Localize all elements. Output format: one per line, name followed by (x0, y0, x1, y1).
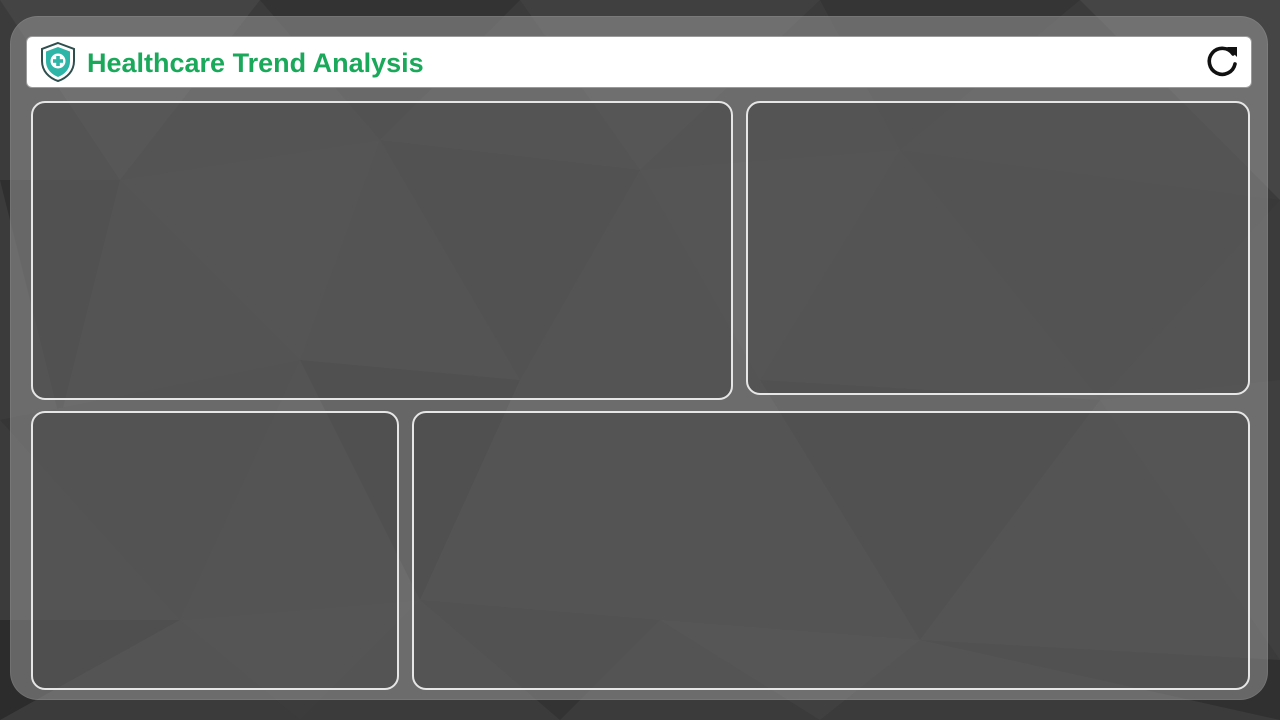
bottom-left-panel (31, 411, 399, 690)
header-bar: Healthcare Trend Analysis (26, 36, 1252, 88)
refresh-icon[interactable] (1203, 43, 1241, 81)
bottom-right-panel (412, 411, 1250, 690)
page-title: Healthcare Trend Analysis (87, 48, 424, 78)
top-left-panel (31, 101, 733, 400)
top-right-panel (746, 101, 1250, 395)
shield-medical-cross-icon (41, 41, 75, 83)
